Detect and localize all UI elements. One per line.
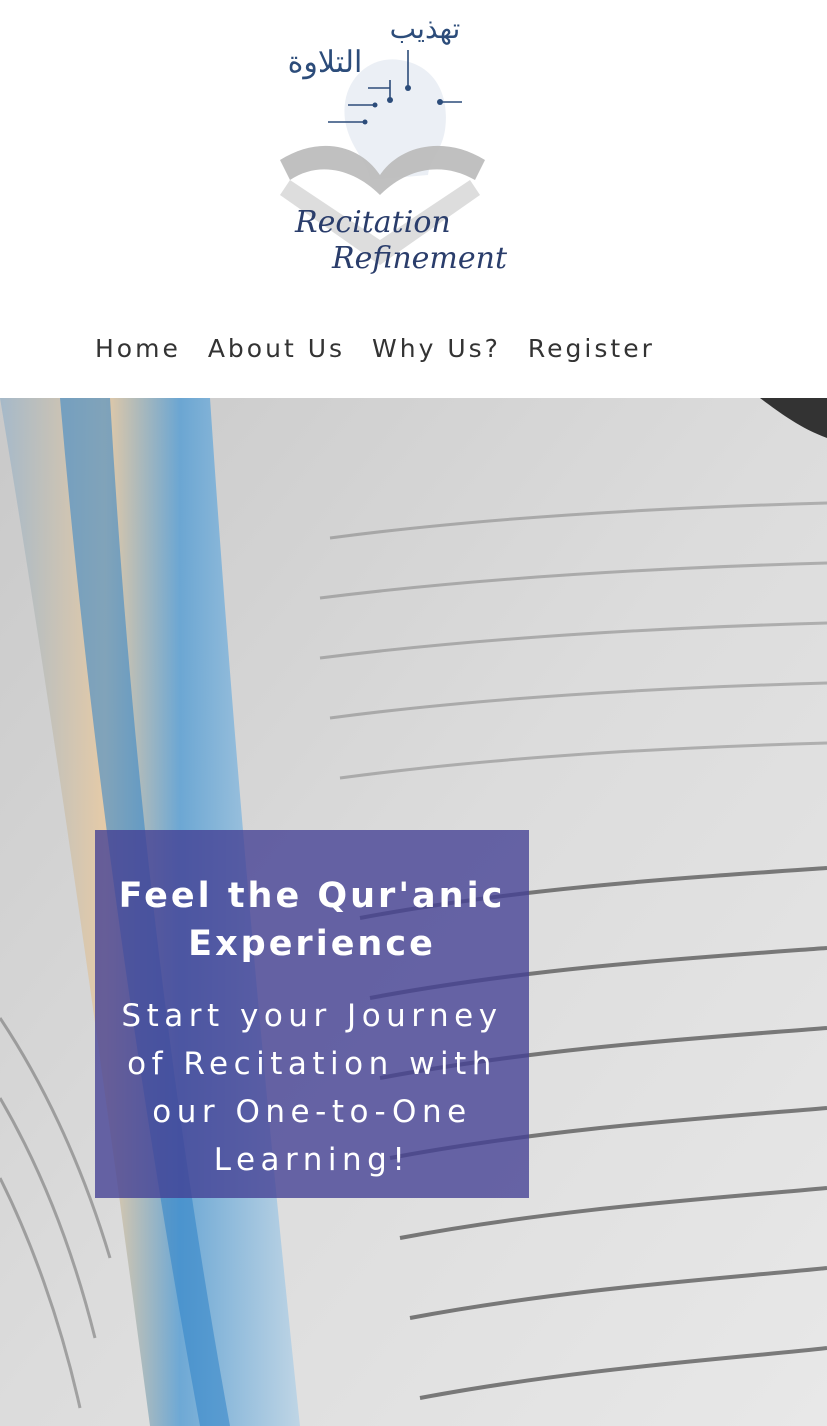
nav-link-about-us[interactable]: About Us [208, 330, 345, 368]
hero-section: Feel the Qur'anic Experience Start your … [0, 398, 827, 1426]
hero-text-panel: Feel the Qur'anic Experience Start your … [95, 830, 529, 1198]
nav-link-home[interactable]: Home [95, 330, 181, 368]
logo-graphic: التلاوة تهذيب Recitation Refinement [280, 12, 508, 276]
main-nav: Home About Us Why Us? Register [95, 330, 682, 368]
nav-link-register[interactable]: Register [528, 330, 655, 368]
logo-english-line1: Recitation [294, 205, 451, 240]
logo-arabic-line1: تهذيب [390, 12, 461, 45]
nav-link-why-us[interactable]: Why Us? [372, 330, 501, 368]
logo-arabic-line2: التلاوة [288, 45, 363, 80]
site-logo[interactable]: التلاوة تهذيب Recitation Refinement [250, 10, 510, 285]
hero-title: Feel the Qur'anic Experience [118, 876, 506, 964]
site-header: التلاوة تهذيب Recitation Refinement Home… [0, 0, 827, 398]
logo-english-line2: Refinement [331, 241, 508, 276]
hero-subtitle: Start your Journey of Recitation with ou… [121, 998, 503, 1178]
